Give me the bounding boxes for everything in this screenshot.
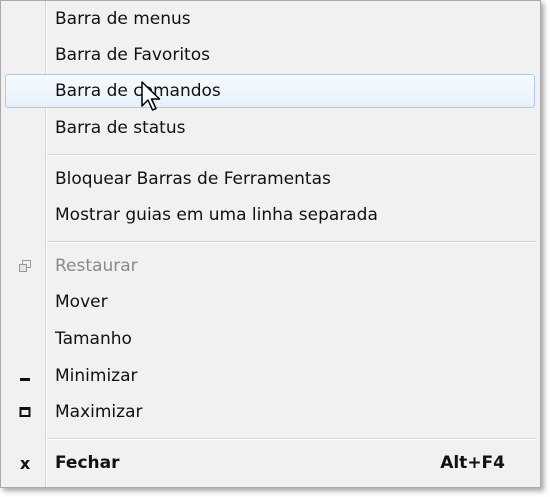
restore-icon <box>15 249 35 283</box>
menu-item-label: Maximizar <box>55 402 143 422</box>
menu-item-label: Barra de status <box>55 118 186 138</box>
menu-item-move[interactable]: Mover <box>5 285 535 319</box>
menu-item-maximize[interactable]: Maximizar <box>5 395 535 429</box>
menu-item-menu-bar[interactable]: Barra de menus <box>5 2 535 36</box>
menu-separator <box>47 438 536 440</box>
menu-item-label: Mostrar guias em uma linha separada <box>55 205 378 225</box>
menu-item-label: Fechar <box>55 453 120 473</box>
menu-separator <box>47 154 536 156</box>
menu-item-command-bar[interactable]: Barra de comandos <box>5 74 535 108</box>
maximize-icon <box>15 395 35 429</box>
context-menu: Barra de menus Barra de Favoritos Barra … <box>0 0 541 488</box>
menu-item-show-tabs-separate-row[interactable]: Mostrar guias em uma linha separada <box>5 198 535 232</box>
menu-item-restore[interactable]: Restaurar <box>5 249 535 283</box>
menu-item-status-bar[interactable]: Barra de status <box>5 111 535 145</box>
menu-item-lock-toolbars[interactable]: Bloquear Barras de Ferramentas <box>5 162 535 196</box>
menu-item-label: Bloquear Barras de Ferramentas <box>55 169 331 189</box>
menu-item-favorites-bar[interactable]: Barra de Favoritos <box>5 38 535 72</box>
minimize-icon <box>15 359 35 393</box>
shortcut-label: Alt+F4 <box>440 453 505 473</box>
menu-item-label: Mover <box>55 292 108 312</box>
menu-item-label: Restaurar <box>55 256 138 276</box>
menu-item-label: Barra de Favoritos <box>55 45 210 65</box>
menu-item-minimize[interactable]: Minimizar <box>5 359 535 393</box>
menu-item-close[interactable]: x Fechar Alt+F4 <box>5 446 535 480</box>
menu-item-label: Minimizar <box>55 366 138 386</box>
menu-item-size[interactable]: Tamanho <box>5 322 535 356</box>
menu-separator <box>47 241 536 243</box>
menu-item-label: Barra de comandos <box>55 81 221 101</box>
close-icon: x <box>19 453 31 473</box>
menu-item-label: Barra de menus <box>55 9 191 29</box>
menu-item-label: Tamanho <box>55 329 132 349</box>
